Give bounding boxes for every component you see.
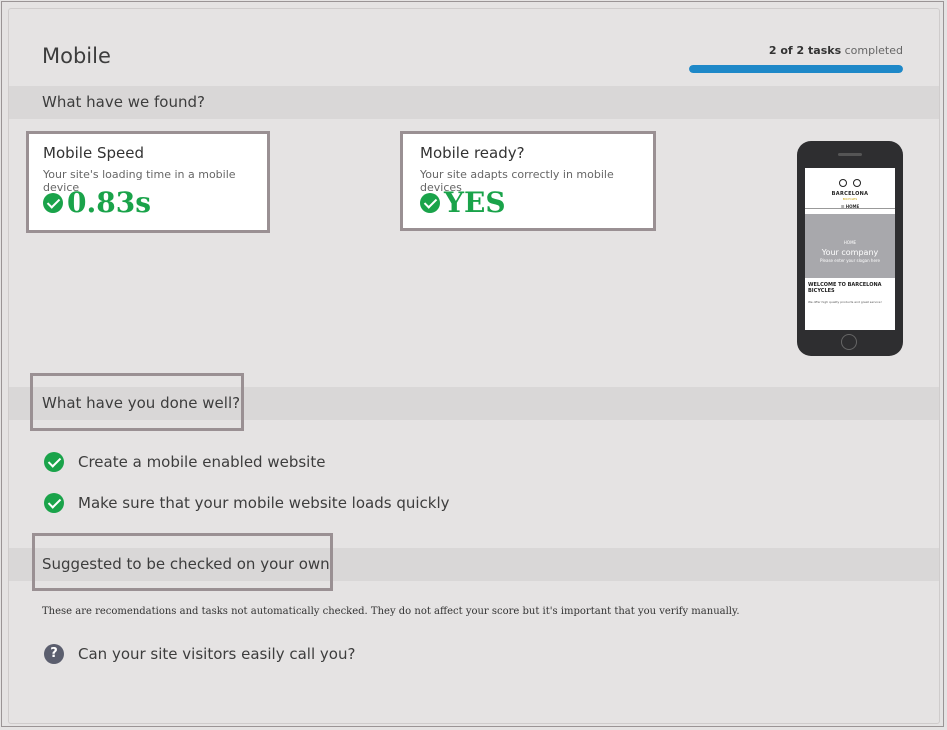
progress-label: 2 of 2 tasks completed: [769, 44, 903, 57]
mobile-speed-value: 0.83s: [67, 186, 151, 219]
list-item: Make sure that your mobile website loads…: [44, 493, 450, 513]
mobile-ready-card: Mobile ready? Your site adapts correctly…: [400, 131, 656, 231]
list-item[interactable]: ? Can your site visitors easily call you?: [44, 644, 355, 664]
done-item-label: Create a mobile enabled website: [78, 453, 326, 471]
progress-bar-fill: [689, 65, 903, 73]
mobile-ready-value: YES: [444, 186, 506, 219]
phone-preview: BARCELONA BICYCLES ☰ HOME HOME Your comp…: [797, 141, 903, 356]
hero-title: Your company: [821, 248, 879, 257]
phone-screen: BARCELONA BICYCLES ☰ HOME HOME Your comp…: [805, 168, 895, 330]
progress-count: 2 of 2 tasks: [768, 44, 842, 57]
hero-sub: Please enter your slogan here: [820, 258, 880, 263]
mobile-speed-card: Mobile Speed Your site's loading time in…: [26, 131, 270, 233]
bicycle-icon: [839, 177, 861, 187]
site-divider: [805, 208, 895, 209]
mobile-ready-title: Mobile ready?: [420, 144, 525, 162]
mobile-ready-value-row: YES: [420, 186, 506, 219]
phone-home-button: [841, 334, 857, 350]
progress-suffix: completed: [844, 44, 903, 57]
check-circle-icon: [44, 452, 64, 472]
site-brand-sub: BICYCLES: [842, 197, 858, 201]
site-logo: BARCELONA BICYCLES ☰ HOME: [805, 172, 895, 209]
check-circle-icon: [44, 493, 64, 513]
check-circle-icon: [420, 192, 440, 213]
site-body: WELCOME TO BARCELONA BICYCLES We offer h…: [808, 282, 892, 304]
mobile-speed-value-row: 0.83s: [43, 186, 151, 219]
question-circle-icon: ?: [44, 644, 64, 664]
section-title-suggested: Suggested to be checked on your own: [42, 555, 330, 573]
site-body-text: We offer high quality products and great…: [808, 300, 882, 304]
list-item: Create a mobile enabled website: [44, 452, 325, 472]
phone-speaker: [838, 153, 862, 156]
section-title-done-well: What have you done well?: [42, 394, 241, 412]
hero-small: HOME: [843, 240, 857, 245]
site-body-title: WELCOME TO BARCELONA BICYCLES: [808, 282, 882, 294]
progress-bar: [689, 65, 903, 73]
page-title: Mobile: [42, 44, 111, 68]
check-circle-icon: [43, 192, 63, 213]
suggested-item-label: Can your site visitors easily call you?: [78, 645, 356, 663]
mobile-speed-title: Mobile Speed: [43, 144, 144, 162]
suggested-note: These are recomendations and tasks not a…: [42, 606, 740, 617]
done-item-label: Make sure that your mobile website loads…: [78, 494, 450, 512]
section-title-found: What have we found?: [42, 93, 205, 111]
site-hero: HOME Your company Please enter your slog…: [805, 214, 895, 278]
